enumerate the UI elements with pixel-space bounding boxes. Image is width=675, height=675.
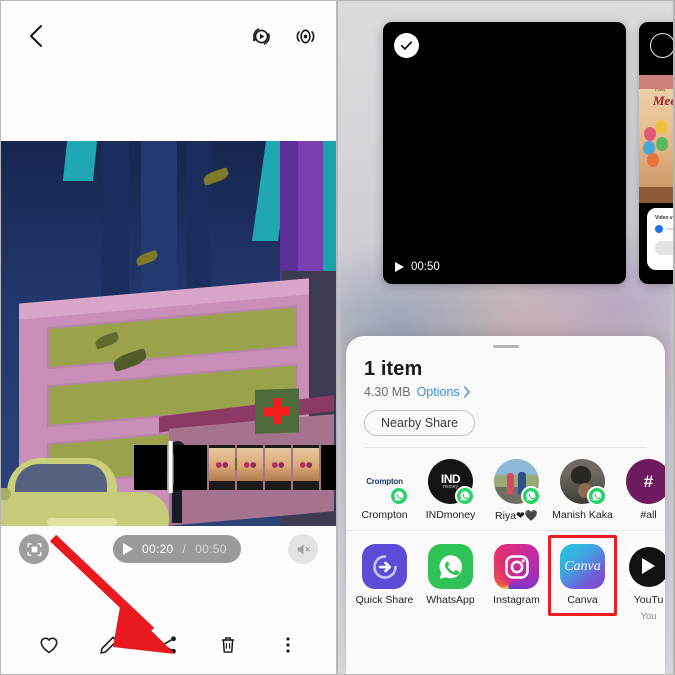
list-item[interactable]: IND money INDmoney bbox=[422, 459, 479, 522]
timeline-frame[interactable] bbox=[265, 444, 291, 490]
list-item[interactable]: Quick Share bbox=[356, 544, 413, 622]
avatar[interactable]: Crompton bbox=[362, 459, 409, 506]
more-vertical-icon[interactable] bbox=[271, 628, 305, 662]
sheet-subtitle: 4.30 MB Options bbox=[364, 385, 647, 399]
secondary-media-card[interactable]: Every Mee Video volume bbox=[639, 22, 674, 284]
list-item[interactable]: YouTu You bbox=[620, 544, 665, 622]
sheet-title: 1 item bbox=[364, 358, 423, 380]
heart-icon[interactable] bbox=[32, 628, 66, 662]
list-item[interactable]: Instagram bbox=[488, 544, 545, 622]
pencil-icon[interactable] bbox=[92, 628, 126, 662]
whatsapp-badge-icon bbox=[389, 486, 409, 506]
volume-slider-track[interactable] bbox=[666, 228, 673, 230]
timeline-frame[interactable] bbox=[174, 444, 207, 490]
play-icon[interactable] bbox=[123, 543, 133, 555]
avatar[interactable]: # bbox=[626, 459, 665, 504]
volume-slider-handle[interactable] bbox=[655, 225, 663, 233]
youtube-icon[interactable] bbox=[626, 544, 665, 589]
list-item-label: #all bbox=[640, 509, 657, 521]
duration-text: 00:50 bbox=[411, 261, 440, 273]
timeline-frame[interactable] bbox=[237, 444, 263, 490]
volume-mute-icon[interactable] bbox=[288, 534, 318, 564]
options-label: Options bbox=[416, 385, 460, 399]
timeline-frame[interactable] bbox=[209, 444, 235, 490]
avatar-subtext: money bbox=[442, 484, 458, 490]
list-item-label: Manish Kaka bbox=[552, 509, 613, 521]
avatar-text: Crompton bbox=[366, 477, 403, 486]
avatar-text: # bbox=[643, 471, 654, 491]
quick-share-icon[interactable] bbox=[362, 544, 407, 589]
capture-frame-icon[interactable] bbox=[19, 534, 49, 564]
video-timeline[interactable] bbox=[1, 441, 336, 493]
list-item[interactable]: Manish Kaka bbox=[552, 459, 613, 522]
list-item-label: INDmoney bbox=[425, 509, 476, 521]
list-item[interactable]: WhatsApp bbox=[422, 544, 479, 622]
playback-position-pill[interactable]: 00:20 / 00:50 bbox=[113, 535, 241, 563]
canva-icon[interactable]: Canva bbox=[560, 544, 605, 589]
list-item[interactable]: Riya❤🖤 bbox=[488, 459, 545, 522]
avatar[interactable] bbox=[494, 459, 541, 506]
time-separator: / bbox=[182, 542, 187, 556]
bixby-vision-icon[interactable] bbox=[292, 23, 318, 49]
avatar[interactable]: IND money bbox=[428, 459, 475, 506]
share-icon[interactable] bbox=[151, 628, 185, 662]
timeline-frame[interactable] bbox=[134, 444, 167, 490]
trash-icon[interactable] bbox=[211, 628, 245, 662]
options-link[interactable]: Options bbox=[417, 385, 471, 399]
selected-media-card[interactable]: 00:50 bbox=[383, 22, 626, 284]
list-item-label: Crompton bbox=[361, 509, 408, 521]
share-apps-row[interactable]: Quick Share WhatsApp Instagram Canva Can… bbox=[346, 531, 665, 628]
file-size: 4.30 MB bbox=[364, 385, 411, 399]
share-sheet-panel: 00:50 Every Mee Video volume bbox=[337, 0, 674, 675]
pharmacy-cross-sign bbox=[255, 388, 299, 434]
viewer-topbar-actions bbox=[248, 23, 318, 49]
selected-check-icon[interactable] bbox=[394, 33, 419, 58]
total-time: 00:50 bbox=[195, 542, 227, 556]
unselected-circle-icon[interactable] bbox=[650, 33, 673, 58]
list-item-sublabel: You bbox=[640, 611, 657, 622]
timeline-frame[interactable] bbox=[321, 444, 336, 490]
instagram-icon[interactable] bbox=[494, 544, 539, 589]
list-item-label: Riya❤🖤 bbox=[495, 510, 538, 522]
share-preview-area: 00:50 Every Mee Video volume bbox=[338, 1, 673, 301]
timeline-playhead[interactable] bbox=[169, 441, 172, 493]
list-item-label: YouTu bbox=[633, 594, 664, 606]
list-item-label: WhatsApp bbox=[426, 594, 475, 606]
media-duration: 00:50 bbox=[395, 261, 440, 273]
scene-window-row bbox=[47, 305, 297, 370]
whatsapp-badge-icon bbox=[587, 486, 607, 506]
viewer-topbar bbox=[1, 1, 336, 141]
poster-eyebrow: Every bbox=[655, 87, 666, 92]
play-icon bbox=[395, 262, 404, 272]
video-volume-label: Video volume bbox=[655, 215, 673, 221]
list-item[interactable]: Crompton Crompton bbox=[356, 459, 413, 522]
scene-teal-block bbox=[62, 141, 98, 181]
direct-share-contacts-row[interactable]: Crompton Crompton IND money INDmoney Riy… bbox=[346, 448, 665, 528]
video-volume-card[interactable]: Video volume bbox=[647, 208, 673, 270]
gallery-video-viewer-panel: 00:20 / 00:50 bbox=[0, 0, 337, 675]
motion-photo-icon[interactable] bbox=[248, 23, 274, 49]
whatsapp-badge-icon bbox=[455, 486, 475, 506]
video-controls: 00:20 / 00:50 bbox=[1, 528, 336, 583]
current-time: 00:20 bbox=[142, 542, 174, 556]
viewer-bottom-toolbar bbox=[1, 616, 336, 674]
list-item[interactable]: Canva Canva bbox=[548, 535, 617, 622]
timeline-frame[interactable] bbox=[293, 444, 319, 490]
poster-title: Mee bbox=[653, 93, 674, 108]
volume-action-button[interactable] bbox=[655, 241, 673, 255]
list-item-label: Quick Share bbox=[355, 594, 414, 606]
whatsapp-icon[interactable] bbox=[428, 544, 473, 589]
sheet-header: 1 item 4.30 MB Options Nearby Share bbox=[346, 348, 665, 448]
back-chevron-icon[interactable] bbox=[23, 23, 49, 49]
whatsapp-badge-icon bbox=[521, 486, 541, 506]
canva-wordmark: Canva bbox=[564, 558, 601, 574]
share-sheet: 1 item 4.30 MB Options Nearby Share Crom… bbox=[346, 336, 665, 674]
list-item-label: Instagram bbox=[493, 594, 540, 606]
chevron-right-icon bbox=[463, 386, 470, 398]
nearby-share-button[interactable]: Nearby Share bbox=[364, 410, 476, 436]
list-item[interactable]: # #all bbox=[620, 459, 665, 522]
list-item-label: Canva bbox=[567, 594, 598, 606]
poster-thumbnail: Every Mee bbox=[639, 75, 674, 203]
avatar[interactable] bbox=[560, 459, 607, 506]
